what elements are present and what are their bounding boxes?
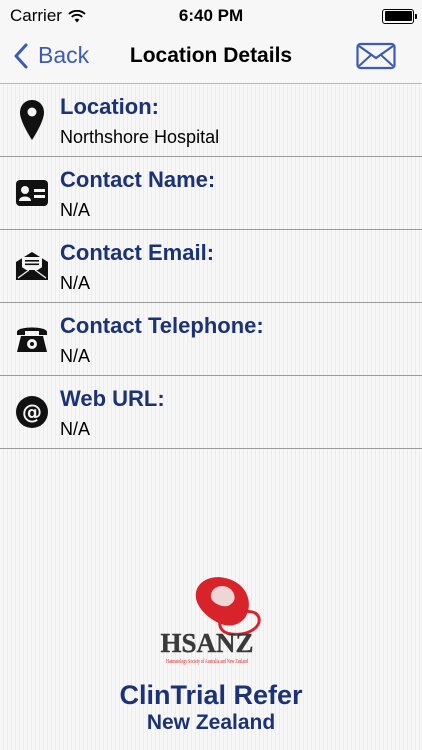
location-row: Location: Northshore Hospital: [0, 84, 422, 157]
app-title: ClinTrial Refer: [119, 680, 303, 710]
contact-name-row: Contact Name: N/A: [0, 157, 422, 230]
logo-text: HSANZ: [160, 628, 253, 658]
telephone-icon: [14, 321, 50, 357]
mail-icon: [356, 42, 396, 70]
at-sign-icon: @: [14, 394, 50, 430]
web-url-value: N/A: [60, 419, 91, 439]
carrier-label: Carrier: [10, 6, 62, 25]
hsanz-emblem: [195, 577, 261, 636]
contact-email-label: Contact Email:: [60, 240, 215, 265]
navigation-bar: Back Location Details: [0, 32, 422, 84]
contact-card-icon: [14, 175, 50, 211]
svg-text:@: @: [22, 400, 42, 424]
battery-fill: [384, 11, 412, 21]
contact-telephone-value: N/A: [60, 346, 91, 366]
location-value: Northshore Hospital: [60, 127, 220, 147]
back-label: Back: [38, 42, 90, 68]
location-label: Location:: [60, 94, 159, 119]
contact-email-row: Contact Email: N/A: [0, 230, 422, 303]
status-bar: Carrier 6:40 PM: [0, 0, 422, 32]
app-subtitle: New Zealand: [146, 711, 276, 734]
envelope-icon: [14, 248, 50, 284]
contact-email-value: N/A: [60, 273, 91, 293]
mail-button[interactable]: [356, 41, 396, 76]
web-url-label: Web URL:: [60, 386, 165, 411]
logo-subtext: Haematology Society of Australia and New…: [166, 658, 248, 665]
contact-telephone-label: Contact Telephone:: [60, 313, 264, 338]
web-url-row: @ Web URL: N/A: [0, 376, 422, 449]
contact-telephone-row: Contact Telephone: N/A: [0, 303, 422, 376]
wifi-icon: [68, 9, 86, 22]
map-pin-icon: [14, 100, 50, 140]
details-list: Location: Northshore Hospital Contact Na…: [0, 84, 422, 449]
battery-icon: [382, 8, 417, 24]
chevron-left-icon: [14, 43, 28, 68]
status-left: Carrier: [10, 6, 86, 26]
hsanz-logo: HSANZ Haematology Society of Australia a…: [0, 572, 422, 672]
contact-name-value: N/A: [60, 200, 91, 220]
contact-name-label: Contact Name:: [60, 167, 216, 192]
back-button[interactable]: Back: [14, 42, 89, 69]
